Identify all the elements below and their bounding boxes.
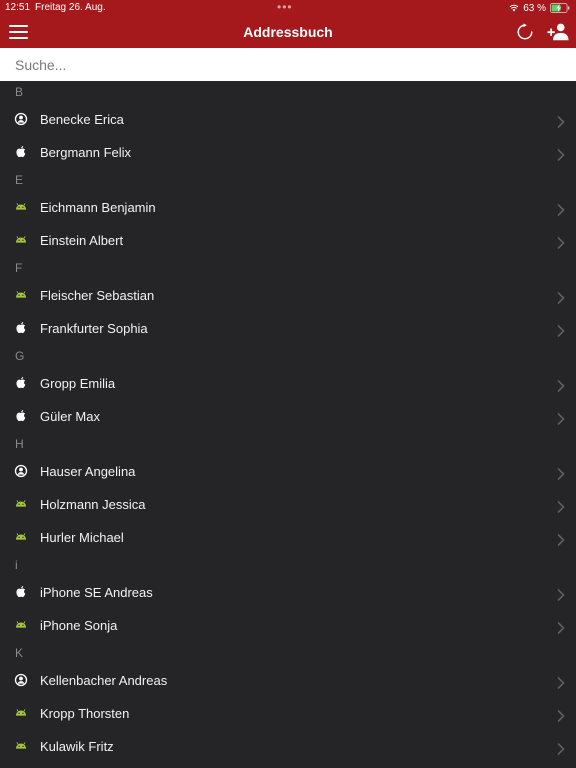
chevron-right-icon: [557, 709, 565, 722]
contact-list-item[interactable]: Güler Max: [0, 400, 576, 433]
section-header-b: B: [15, 85, 24, 99]
chevron-right-icon: [557, 621, 565, 634]
search-input[interactable]: [0, 48, 576, 81]
wifi-icon: [509, 4, 519, 12]
contact-name: Bergmann Felix: [40, 145, 132, 160]
apple-icon: [14, 409, 28, 423]
contact-list-item[interactable]: Kellenbacher Andreas: [0, 664, 576, 697]
app-header: 12:51 Freitag 26. Aug. ••• 63 % Addressb…: [0, 0, 576, 48]
chevron-right-icon: [557, 467, 565, 480]
contact-icon: [14, 464, 28, 478]
contact-name: Kulawik Fritz: [40, 739, 114, 754]
contact-icon: [14, 673, 28, 687]
section-header-f: F: [15, 261, 23, 275]
contact-list-item[interactable]: Einstein Albert: [0, 224, 576, 257]
add-contact-icon[interactable]: [547, 21, 569, 43]
chevron-right-icon: [557, 533, 565, 546]
android-icon: [14, 706, 28, 720]
contact-list-item[interactable]: iPhone Sonja: [0, 609, 576, 642]
apple-icon: [14, 145, 28, 159]
contact-list-item[interactable]: Gropp Emilia: [0, 367, 576, 400]
apple-icon: [14, 585, 28, 599]
android-icon: [14, 200, 28, 214]
multitask-indicator[interactable]: •••: [277, 0, 293, 14]
battery-charging-icon: [550, 3, 570, 13]
contact-name: iPhone SE Andreas: [40, 585, 153, 600]
contact-list-item[interactable]: Benecke Erica: [0, 103, 576, 136]
contact-name: Hurler Michael: [40, 530, 124, 545]
chevron-right-icon: [557, 203, 565, 216]
battery-percent: 63 %: [523, 2, 546, 14]
chevron-right-icon: [557, 676, 565, 689]
contact-list-item[interactable]: Fleischer Sebastian: [0, 279, 576, 312]
section-header-g: G: [15, 349, 25, 363]
contact-list-item[interactable]: Frankfurter Sophia: [0, 312, 576, 345]
apple-icon: [14, 376, 28, 390]
status-date: Freitag 26. Aug.: [35, 2, 106, 13]
contact-name: Gropp Emilia: [40, 376, 116, 391]
contact-name: Güler Max: [40, 409, 100, 424]
chevron-right-icon: [557, 379, 565, 392]
page-title: Addressbuch: [243, 24, 333, 40]
contact-name: Einstein Albert: [40, 233, 124, 248]
contact-name: iPhone Sonja: [40, 618, 118, 633]
chevron-right-icon: [557, 291, 565, 304]
chevron-right-icon: [557, 500, 565, 513]
refresh-icon[interactable]: [516, 23, 534, 41]
contact-list-item[interactable]: Hauser Angelina: [0, 455, 576, 488]
contact-list-item[interactable]: Holzmann Jessica: [0, 488, 576, 521]
contact-list-item[interactable]: Hurler Michael: [0, 521, 576, 554]
android-icon: [14, 618, 28, 632]
contact-name: Benecke Erica: [40, 112, 124, 127]
contact-list[interactable]: B Benecke Erica Bergmann Felix E Eichmann Be…: [0, 81, 576, 768]
contact-list-item[interactable]: Bergmann Felix: [0, 136, 576, 169]
contact-name: Fleischer Sebastian: [40, 288, 155, 303]
contact-list-item[interactable]: Eichmann Benjamin: [0, 191, 576, 224]
apple-icon: [14, 321, 28, 335]
chevron-right-icon: [557, 236, 565, 249]
chevron-right-icon: [557, 588, 565, 601]
android-icon: [14, 739, 28, 753]
contact-name: Eichmann Benjamin: [40, 200, 156, 215]
chevron-right-icon: [557, 115, 565, 128]
chevron-right-icon: [557, 412, 565, 425]
chevron-right-icon: [557, 742, 565, 755]
status-indicators: 63 %: [509, 2, 570, 14]
android-icon: [14, 497, 28, 511]
contact-name: Hauser Angelina: [40, 464, 136, 479]
status-time: 12:51: [5, 2, 31, 13]
android-icon: [14, 288, 28, 302]
section-header-h: H: [15, 437, 24, 451]
chevron-right-icon: [557, 324, 565, 337]
section-header-k: K: [15, 646, 24, 660]
section-header-i: i: [15, 558, 18, 572]
contact-name: Holzmann Jessica: [40, 497, 146, 512]
contact-list-item[interactable]: iPhone SE Andreas: [0, 576, 576, 609]
chevron-right-icon: [557, 148, 565, 161]
contact-icon: [14, 112, 28, 126]
search-bar: [0, 48, 576, 81]
contact-name: Frankfurter Sophia: [40, 321, 148, 336]
contact-name: Kropp Thorsten: [40, 706, 130, 721]
section-header-e: E: [15, 173, 24, 187]
android-icon: [14, 530, 28, 544]
contact-list-item[interactable]: Kulawik Fritz: [0, 730, 576, 763]
android-icon: [14, 233, 28, 247]
contact-list-item[interactable]: Kropp Thorsten: [0, 697, 576, 730]
contact-name: Kellenbacher Andreas: [40, 673, 168, 688]
